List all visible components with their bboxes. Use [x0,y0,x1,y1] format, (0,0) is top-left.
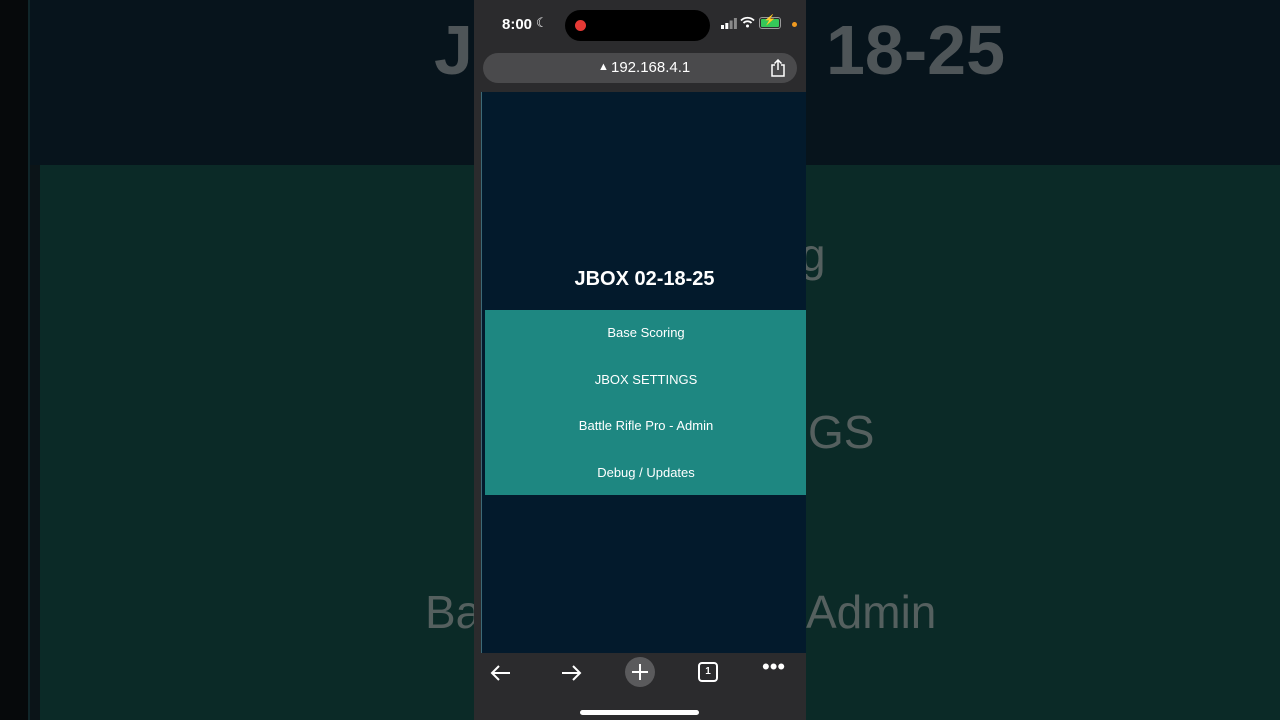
dynamic-island [565,10,710,41]
menu-item-debug-updates[interactable]: Debug / Updates [485,465,806,480]
background-fragment: Admin [806,586,937,638]
battery-charging-icon: ⚡ [759,15,781,29]
background-left-strip [0,0,30,720]
menu-item-jbox-settings[interactable]: JBOX SETTINGS [485,372,806,387]
browser-toolbar: 1 ••• [474,653,806,720]
home-indicator[interactable] [580,710,699,715]
web-page: JBOX 02-18-25 Base Scoring JBOX SETTINGS… [481,92,806,653]
moon-icon: ☾ [536,15,548,30]
menu-panel: Base Scoring JBOX SETTINGS Battle Rifle … [485,310,806,495]
wifi-icon [740,16,755,28]
warning-triangle-icon: ▲ [598,61,609,73]
forward-arrow-icon[interactable] [559,661,583,685]
tab-count-button[interactable]: 1 [698,662,718,682]
more-dots-icon[interactable]: ••• [762,656,785,685]
menu-item-base-scoring[interactable]: Base Scoring [485,325,806,340]
page-title: JBOX 02-18-25 [574,268,715,290]
menu-item-battle-rifle-admin[interactable]: Battle Rifle Pro - Admin [485,418,806,433]
record-dot-icon [575,20,586,31]
background-title-right: 18-25 [826,11,1006,89]
privacy-indicator [792,22,797,27]
background-fragment: GS [808,406,875,458]
status-bar: 8:00 ☾ ⚡ [474,0,806,48]
background-fragment: Ba [425,586,482,638]
share-icon[interactable] [770,59,786,77]
url-text[interactable]: 192.168.4.1 [611,59,690,76]
phone-screen: 8:00 ☾ ⚡ ▲ 192.168.4.1 JBOX 02-18-25 Bas… [474,0,806,720]
plus-icon[interactable] [625,657,655,687]
back-arrow-icon[interactable] [489,661,513,685]
cellular-signal-icon [721,18,737,29]
status-time: 8:00 [502,16,533,33]
address-bar[interactable]: ▲ 192.168.4.1 [483,53,797,83]
